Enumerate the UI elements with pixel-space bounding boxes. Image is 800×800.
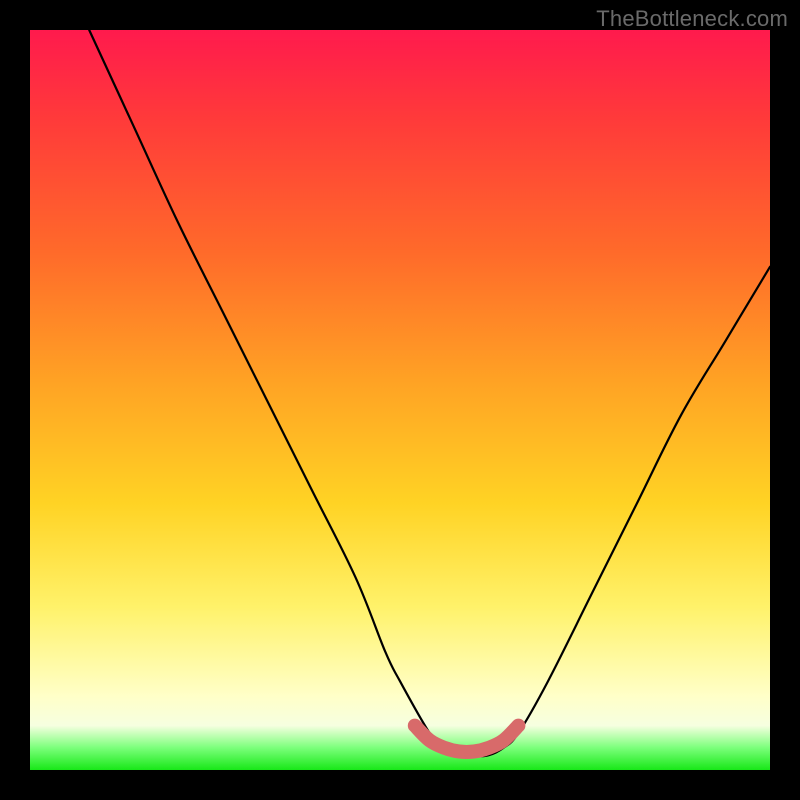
chart-svg [30, 30, 770, 770]
watermark-text: TheBottleneck.com [596, 6, 788, 32]
valley-highlight [415, 726, 519, 752]
chart-frame: TheBottleneck.com [0, 0, 800, 800]
plot-area [30, 30, 770, 770]
bottleneck-curve [89, 30, 770, 756]
